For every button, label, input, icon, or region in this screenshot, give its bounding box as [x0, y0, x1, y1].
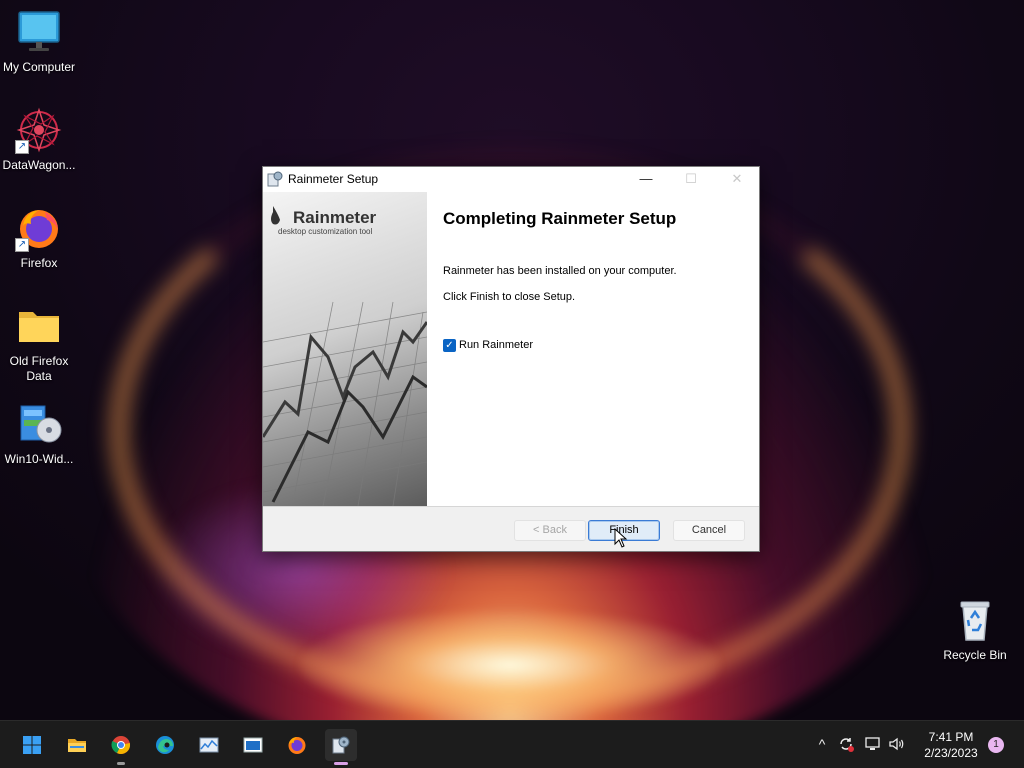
network-icon[interactable] [864, 735, 882, 753]
taskbar-edge[interactable] [149, 729, 181, 761]
shortcut-arrow-icon: ↗ [15, 238, 29, 252]
desktop-icon-label: My Computer [2, 60, 76, 74]
wizard-heading: Completing Rainmeter Setup [443, 209, 677, 228]
dialog-body: Rainmeter desktop customization tool Com… [263, 192, 759, 506]
install-complete-message: Rainmeter has been installed on your com… [443, 265, 677, 277]
start-button[interactable] [16, 729, 48, 761]
setup-dialog: Rainmeter Setup — ☐ ✕ Rainmeter desktop … [262, 166, 760, 552]
chrome-icon [111, 736, 131, 754]
desktop-icon-label: Firefox [20, 256, 58, 270]
back-button[interactable]: < Back [514, 520, 586, 541]
sync-status-icon[interactable] [837, 735, 855, 753]
start-icon [23, 736, 41, 754]
close-button[interactable]: ✕ [714, 167, 760, 192]
desktop-icon-my-computer[interactable]: My Computer [0, 8, 78, 75]
edge-icon [156, 736, 174, 754]
desktop-icon-label: Win10-Wid... [4, 452, 74, 466]
desktop-icon-label: DataWagon... [2, 158, 76, 172]
desktop-icon-label: Recycle Bin [943, 648, 1007, 662]
brand-name: Rainmeter [293, 208, 377, 227]
firefox-icon [288, 737, 306, 754]
taskbar-app-window[interactable] [237, 729, 269, 761]
rainmeter-setup-icon [267, 171, 283, 187]
wizard-content: Completing Rainmeter Setup Rainmeter has… [427, 192, 759, 506]
file-explorer-icon [68, 739, 86, 752]
datawagon-icon: ↗ [15, 106, 63, 154]
maximize-button[interactable]: ☐ [668, 167, 714, 192]
app-window-icon [243, 737, 263, 753]
volume-icon[interactable] [888, 735, 906, 753]
folder-icon [15, 302, 63, 350]
monitor-icon [15, 8, 63, 56]
taskbar: ^ 7:41 PM 2/23/2023 1 [0, 720, 1024, 768]
running-indicator [117, 762, 125, 765]
recycle-bin-icon [951, 596, 999, 644]
taskbar-chrome[interactable] [105, 729, 137, 765]
run-rainmeter-checkbox[interactable]: ✓ [443, 339, 456, 352]
desktop-icon-recycle-bin[interactable]: Recycle Bin [936, 596, 1014, 663]
shortcut-arrow-icon: ↗ [15, 140, 29, 154]
desktop-icon-label: Old Firefox Data [9, 354, 69, 383]
cancel-button[interactable]: Cancel [673, 520, 745, 541]
taskbar-clock[interactable]: 7:41 PM 2/23/2023 [914, 729, 988, 761]
resource-monitor-icon [199, 737, 219, 753]
dialog-button-bar: < Back Finish Cancel [263, 506, 759, 551]
run-rainmeter-label[interactable]: Run Rainmeter [459, 339, 533, 351]
taskbar-resource-monitor[interactable] [193, 729, 225, 761]
desktop-icon-datawagon[interactable]: ↗ DataWagon... [0, 106, 78, 173]
clock-date: 2/23/2023 [924, 746, 978, 760]
dialog-title: Rainmeter Setup [288, 172, 379, 186]
wizard-banner-graphic [263, 206, 427, 506]
finish-instruction: Click Finish to close Setup. [443, 291, 576, 303]
firefox-icon: ↗ [15, 204, 63, 252]
desktop-icon-old-firefox-data[interactable]: Old Firefox Data [0, 302, 78, 384]
taskbar-rainmeter-setup[interactable] [325, 729, 357, 765]
minimize-button[interactable]: — [623, 167, 669, 192]
installer-icon [15, 400, 63, 448]
mouse-cursor-icon [614, 528, 628, 548]
rainmeter-drop-icon [271, 206, 280, 225]
notification-badge[interactable]: 1 [988, 737, 1004, 753]
running-indicator [334, 762, 348, 765]
wizard-side-banner: Rainmeter desktop customization tool [263, 192, 427, 506]
show-hidden-icons-chevron[interactable]: ^ [813, 735, 831, 753]
taskbar-firefox[interactable] [281, 729, 313, 761]
clock-time: 7:41 PM [928, 730, 974, 744]
taskbar-file-explorer[interactable] [61, 729, 93, 761]
desktop-icon-win10-widgets[interactable]: Win10-Wid... [0, 400, 78, 467]
desktop-icon-firefox[interactable]: ↗ Firefox [0, 204, 78, 271]
brand-tagline: desktop customization tool [278, 227, 373, 236]
dialog-titlebar[interactable]: Rainmeter Setup — ☐ ✕ [263, 167, 759, 192]
rainmeter-setup-icon [332, 736, 350, 754]
